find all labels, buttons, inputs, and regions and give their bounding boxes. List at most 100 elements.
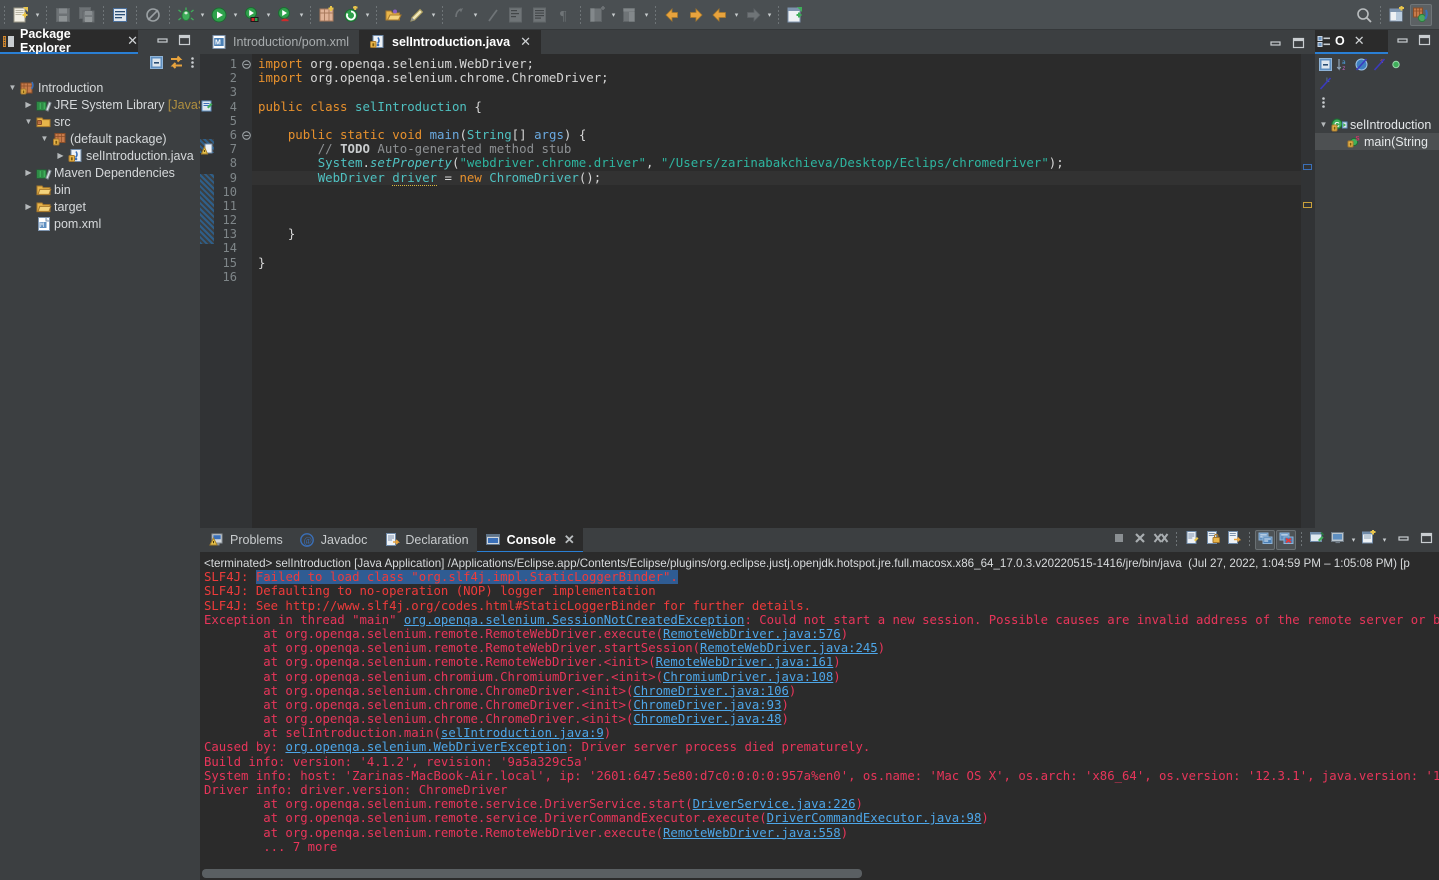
code-line[interactable]	[252, 85, 1315, 99]
package-explorer-tab[interactable]: Package Explorer ✕	[0, 27, 138, 55]
code-line[interactable]: System.setProperty("webdriver.chrome.dri…	[252, 156, 1315, 170]
new-wizard-button[interactable]	[10, 4, 32, 26]
console-segment[interactable]: ChromeDriver.java:93	[633, 698, 781, 712]
editor-tab-0[interactable]: M Introduction/pom.xml	[200, 30, 360, 54]
run-last-tool-button[interactable]	[274, 4, 296, 26]
forward-button[interactable]	[685, 4, 707, 26]
run-last-tool-dropdown[interactable]	[297, 4, 306, 26]
scroll-lock-button[interactable]	[1203, 530, 1223, 550]
code-line[interactable]	[252, 241, 1315, 255]
twisty-down-icon[interactable]: ▼	[38, 134, 51, 143]
outline-tree[interactable]: ▼ CselIntroduction Smain(String	[1315, 114, 1439, 528]
new-java-project-button[interactable]	[316, 4, 338, 26]
console-output[interactable]: <terminated> selIntroduction [Java Appli…	[200, 552, 1439, 880]
code-line[interactable]: import org.openqa.selenium.chrome.Chrome…	[252, 71, 1315, 85]
console-minimize-button[interactable]	[1397, 531, 1410, 549]
toggle-block-selection-button[interactable]	[505, 4, 527, 26]
folding-column[interactable]	[240, 54, 252, 528]
package-explorer-maximize-button[interactable]	[178, 33, 191, 51]
display-selected-console-button[interactable]	[1328, 530, 1348, 550]
hide-fields-icon[interactable]	[1390, 57, 1403, 77]
run-dropdown[interactable]	[231, 4, 240, 26]
collapse-all-icon[interactable]	[149, 55, 164, 75]
overview-ruler[interactable]	[1301, 54, 1315, 528]
fold-toggle[interactable]	[240, 57, 252, 71]
coverage-button[interactable]	[241, 4, 263, 26]
tree-item[interactable]: ▼ Introduction	[0, 79, 200, 96]
outline-item[interactable]: ▼ CselIntroduction	[1315, 116, 1439, 133]
todo-marker-icon[interactable]	[201, 99, 213, 117]
new-window-button[interactable]	[784, 4, 806, 26]
code-line[interactable]: public static void main(String[] args) {	[252, 127, 1315, 142]
code-line[interactable]	[252, 213, 1315, 227]
show-console-on-output-button[interactable]	[1255, 530, 1275, 550]
previous-annotation-dropdown[interactable]	[471, 4, 480, 26]
new-package-dropdown[interactable]	[363, 4, 372, 26]
warning-marker-icon[interactable]	[200, 142, 213, 160]
console-segment[interactable]: RemoteWebDriver.java:576	[663, 627, 841, 641]
new-java-class-button[interactable]	[109, 4, 131, 26]
save-button[interactable]	[52, 4, 74, 26]
bottom-tab-console[interactable]: Console ✕	[476, 528, 584, 553]
overview-mark-task[interactable]	[1303, 164, 1312, 170]
back-button[interactable]	[661, 4, 683, 26]
console-segment[interactable]: selIntroduction.java:9	[441, 726, 604, 740]
fold-toggle[interactable]	[240, 128, 252, 142]
toggle-word-wrap-button[interactable]	[529, 4, 551, 26]
code-line[interactable]: import org.openqa.selenium.WebDriver;	[252, 56, 1315, 71]
next-edit-dropdown[interactable]	[765, 4, 774, 26]
twisty-right-icon[interactable]: ▶	[22, 100, 35, 109]
collapse-all-icon[interactable]	[1318, 57, 1333, 77]
package-explorer-close-icon[interactable]: ✕	[127, 33, 138, 49]
run-button[interactable]	[208, 4, 230, 26]
code-line[interactable]	[252, 185, 1315, 199]
previous-edit-button[interactable]	[709, 4, 731, 26]
hide-non-public-icon[interactable]	[1354, 57, 1369, 77]
console-segment[interactable]: DriverCommandExecutor.java:98	[767, 811, 982, 825]
bottom-tab-close-icon[interactable]: ✕	[564, 532, 575, 548]
code-line[interactable]	[252, 114, 1315, 128]
code-line[interactable]	[252, 270, 1315, 284]
twisty-down-icon[interactable]: ▼	[6, 83, 19, 92]
show-whitespace-button[interactable]: ¶	[553, 4, 575, 26]
open-console-button[interactable]	[1359, 529, 1379, 550]
word-wrap-button[interactable]	[1224, 530, 1244, 550]
save-all-button[interactable]	[76, 4, 98, 26]
terminate-button[interactable]	[1109, 530, 1129, 550]
open-task-button[interactable]	[406, 4, 428, 26]
display-selected-console-button-dropdown[interactable]	[1349, 530, 1358, 550]
console-segment[interactable]: DriverService.java:226	[693, 797, 856, 811]
outline-maximize-button[interactable]	[1418, 33, 1431, 51]
outline-close-icon[interactable]: ✕	[1354, 33, 1365, 49]
view-menu-icon[interactable]	[1320, 95, 1327, 115]
scrollbar-thumb[interactable]	[202, 869, 862, 878]
twisty-right-icon[interactable]: ▶	[22, 202, 35, 211]
tree-item[interactable]: ▶ selIntroduction.java	[0, 147, 200, 164]
console-segment[interactable]: RemoteWebDriver.java:558	[663, 826, 841, 840]
code-text[interactable]: import org.openqa.selenium.WebDriver; imp…	[252, 54, 1315, 528]
view-menu-icon[interactable]	[189, 55, 196, 75]
code-line[interactable]: public class selIntroduction {	[252, 99, 1315, 114]
console-segment[interactable]: ChromiumDriver.java:108	[663, 670, 833, 684]
next-annotation-button[interactable]	[481, 4, 503, 26]
open-type-button[interactable]	[382, 4, 404, 26]
open-task-dropdown[interactable]	[429, 4, 438, 26]
hide-local-types-icon[interactable]: L	[1318, 76, 1333, 96]
restore-last-perspective-button[interactable]	[586, 4, 608, 26]
editor-maximize-button[interactable]	[1292, 36, 1305, 54]
coverage-dropdown[interactable]	[264, 4, 273, 26]
previous-edit-dropdown[interactable]	[732, 4, 741, 26]
previous-annotation-button[interactable]	[448, 4, 470, 26]
editor-minimize-button[interactable]	[1269, 36, 1282, 54]
code-line[interactable]	[252, 199, 1315, 213]
console-segment[interactable]: org.openqa.selenium.SessionNotCreatedExc…	[404, 613, 745, 627]
code-line[interactable]: // TODO Auto-generated method stub	[252, 142, 1315, 156]
code-line[interactable]: }	[252, 255, 1315, 270]
pin-console-button[interactable]	[1307, 530, 1327, 550]
editor-tab-close-icon[interactable]: ✕	[520, 34, 531, 50]
console-segment[interactable]: RemoteWebDriver.java:245	[700, 641, 878, 655]
tree-item[interactable]: ▼ src	[0, 113, 200, 130]
tree-item[interactable]: ▶ Maven Dependencies	[0, 164, 200, 181]
outline-tab[interactable]: O ✕	[1315, 30, 1388, 54]
outline-minimize-button[interactable]	[1396, 33, 1409, 51]
